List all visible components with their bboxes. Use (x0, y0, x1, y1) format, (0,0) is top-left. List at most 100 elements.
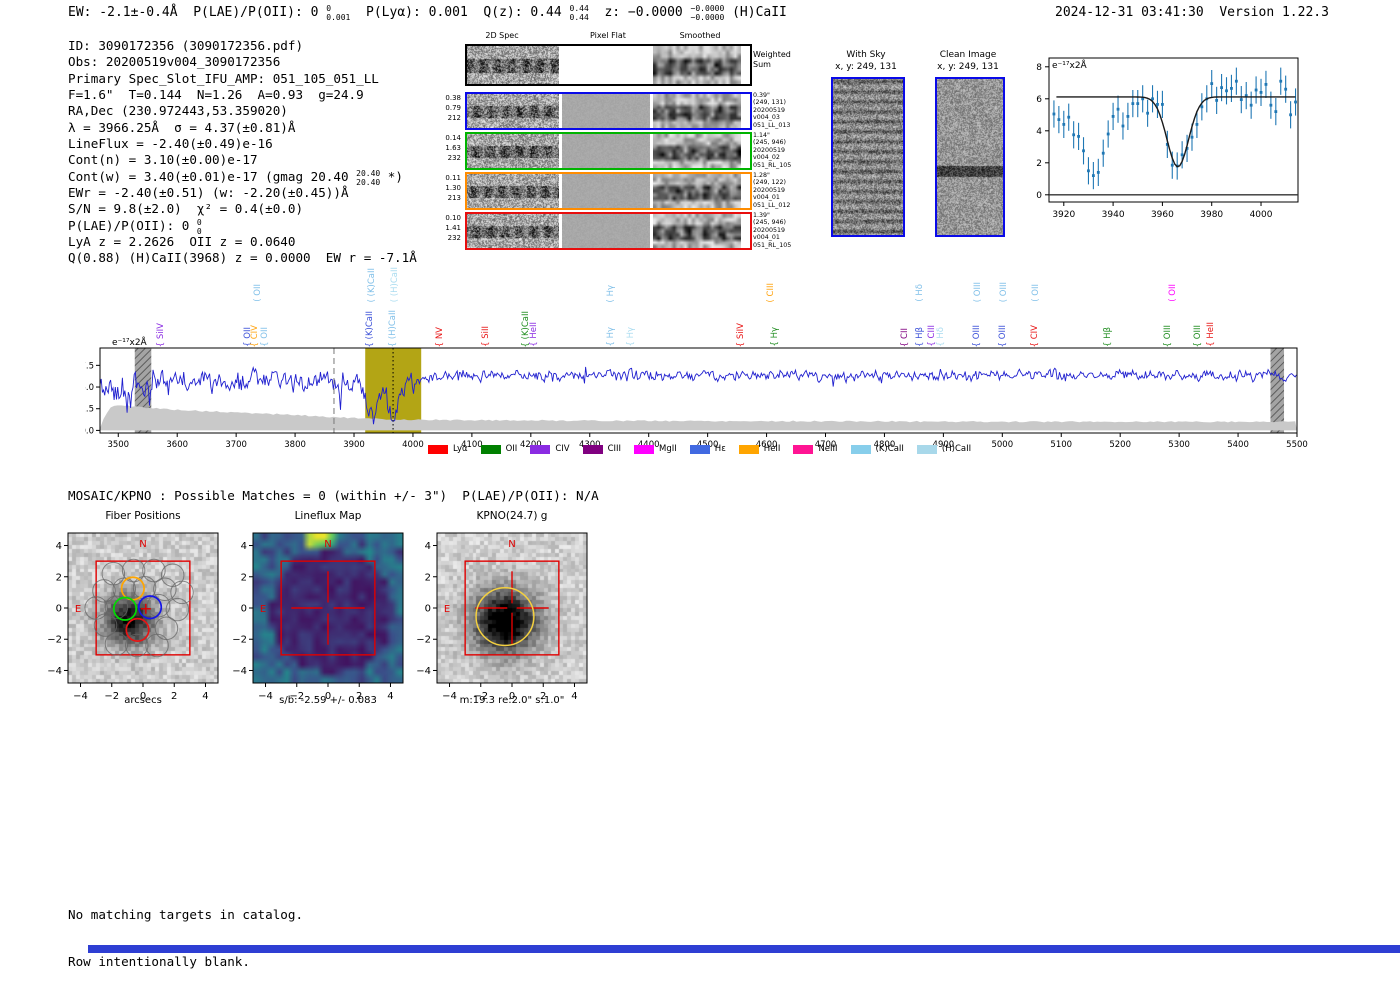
catalog-note: No matching targets in catalog. Row inte… (68, 876, 303, 985)
text-segment: *) (380, 168, 403, 184)
legend-swatch (738, 444, 759, 454)
cutout-xtick: −4 (73, 691, 88, 702)
inset-point (1234, 79, 1238, 83)
cutout-ytick: 4 (241, 541, 247, 552)
cutout-ytick: 2 (425, 572, 431, 583)
cutout-ytick: 4 (56, 541, 62, 552)
main-xtick: 3800 (284, 440, 306, 450)
spec2d-row-left-labels: 0.38 0.79 212 (445, 94, 461, 123)
spec2d-image-smoothed (653, 214, 741, 248)
fiber-positions-overlay: −4 −4 −2 −2 0 0 2 2 4 4 N E (47, 532, 219, 702)
line-label: ( CIII (766, 282, 776, 302)
spec2d-image-pixelflat (562, 46, 650, 84)
inset-xtick: 3940 (1102, 210, 1125, 220)
inset-point (1259, 91, 1263, 94)
spec2d-col-header-smoothed: Smoothed (679, 31, 721, 40)
inset-point (1116, 107, 1120, 111)
legend-label: CIV (555, 444, 570, 454)
inset-xtick: 4000 (1250, 210, 1273, 220)
line-label: ( (H)CaII (390, 266, 400, 302)
line-label: ( OII (1031, 284, 1041, 302)
spec2d-col-header-2dspec: 2D Spec (485, 31, 519, 40)
text-segment: EW: -2.1±-0.4Å P(LAE)/P(OII): 0 (68, 5, 327, 20)
legend-item: (K)CaII (850, 444, 904, 454)
cutout-frame (436, 532, 588, 684)
legend-label: HeII (763, 444, 781, 454)
cutout-ytick: −2 (416, 635, 431, 646)
legend-swatch (916, 444, 937, 454)
inset-point (1230, 87, 1233, 90)
main-ylabel: e⁻¹⁷x2Å (112, 336, 148, 348)
inset-fit-curve (1056, 96, 1296, 168)
inset-point (1072, 133, 1076, 137)
inset-point (1067, 115, 1071, 119)
spectrum-legend: Lyα OII CIV CIII MgII Hε HeII NeIII (K)CaII (H)Ca… (428, 444, 971, 454)
legend-swatch (850, 444, 871, 454)
legend-label: CIII (607, 444, 622, 454)
inset-ytick: 6 (1036, 95, 1042, 105)
cutout-xtick: 4 (571, 691, 577, 702)
inset-point (1131, 102, 1135, 105)
fiber-circle (160, 563, 185, 587)
compass-north-label: N (508, 539, 515, 550)
inset-point (1057, 118, 1061, 121)
clean-image (935, 77, 1005, 237)
inset-point (1126, 115, 1130, 118)
cutout-xtick: −2 (473, 691, 488, 702)
inset-point (1161, 103, 1164, 106)
text-segment: RA,Dec (230.972443,53.359020) (68, 103, 288, 119)
text-segment: λ = 3966.25Å σ = 4.37(±0.81)Å (68, 119, 296, 135)
cutout-xtick: 4 (387, 691, 393, 702)
inset-point (1087, 169, 1090, 173)
main-ytick: 5.0 (85, 383, 94, 393)
text-segment: F=1.6" T=0.144 N=1.26 A=0.93 g=24.9 (68, 87, 364, 103)
spec2d-row-right-labels: 1.28" (249, 122) 20200519 v004_01 051_LL_012 (753, 172, 791, 209)
text-segment: EWr = -2.40(±0.51) (w: -2.20(±0.45))Å (68, 185, 349, 201)
cutout-ytick: 2 (56, 572, 62, 583)
inset-point (1269, 103, 1273, 107)
spec2d-image-pixelflat (562, 134, 650, 168)
main-xtick: 5000 (991, 440, 1013, 450)
cutout-xtick: 0 (509, 691, 515, 702)
masked-region-band (1270, 348, 1285, 433)
info-line: P(LAE)/P(OII): 0 00 (68, 218, 417, 236)
inset-point (1249, 103, 1253, 107)
main-ytick: 0.0 (85, 426, 94, 436)
info-line: Cont(w) = 3.40(±0.01)e-17 (gmag 20.40 20… (68, 168, 417, 187)
inset-point (1082, 149, 1085, 153)
inset-point (1195, 123, 1199, 126)
mosaic-match-line: MOSAIC/KPNO : Possible Matches = 0 (with… (68, 488, 599, 503)
clean-image-title: Clean Image (939, 50, 997, 60)
legend-swatch (634, 444, 655, 454)
inset-point (1151, 97, 1154, 101)
inset-point (1062, 123, 1066, 126)
main-xtick: 3600 (166, 440, 188, 450)
elixer-report-page: { "header": { "left_segments": [ {"t":"E… (0, 0, 1400, 969)
legend-swatch (530, 444, 551, 454)
line-label: ( OII (1168, 284, 1178, 302)
stacked-fraction: 0.44 0.44 (569, 4, 589, 22)
fiber-circle-highlight (125, 617, 150, 642)
main-xtick: 4000 (402, 440, 424, 450)
spec2d-image-2dspec (467, 214, 559, 248)
inset-point (1239, 98, 1243, 101)
stacked-fraction: 0 0.001 (326, 4, 351, 22)
text-segment: (H)CaII (724, 5, 787, 20)
inset-point (1294, 100, 1297, 104)
info-line: RA,Dec (230.972443,53.359020) (68, 103, 417, 119)
cutout-ytick: 2 (241, 572, 247, 583)
inset-point (1279, 79, 1283, 83)
cutout-xtick: 0 (325, 691, 331, 702)
info-line: λ = 3966.25Å σ = 4.37(±0.81)Å (68, 120, 417, 136)
main-xtick: 3900 (343, 440, 365, 450)
compass-north-label: N (139, 539, 146, 550)
catalog-note-line1: No matching targets in catalog. (68, 907, 304, 922)
legend-item: CIV (530, 444, 570, 454)
spec2d-row-right-labels: 1.14" (245, 946) 20200519 v004_02 051_RL_105 (753, 132, 792, 169)
legend-label: MgII (659, 444, 677, 454)
info-line: Primary Spec_Slot_IFU_AMP: 051_105_051_L… (68, 71, 417, 87)
cutout-xtick: 2 (356, 691, 362, 702)
legend-label: Hε (714, 444, 726, 454)
main-ytick: 2.5 (85, 405, 94, 415)
cutout-ytick: −2 (47, 635, 62, 646)
